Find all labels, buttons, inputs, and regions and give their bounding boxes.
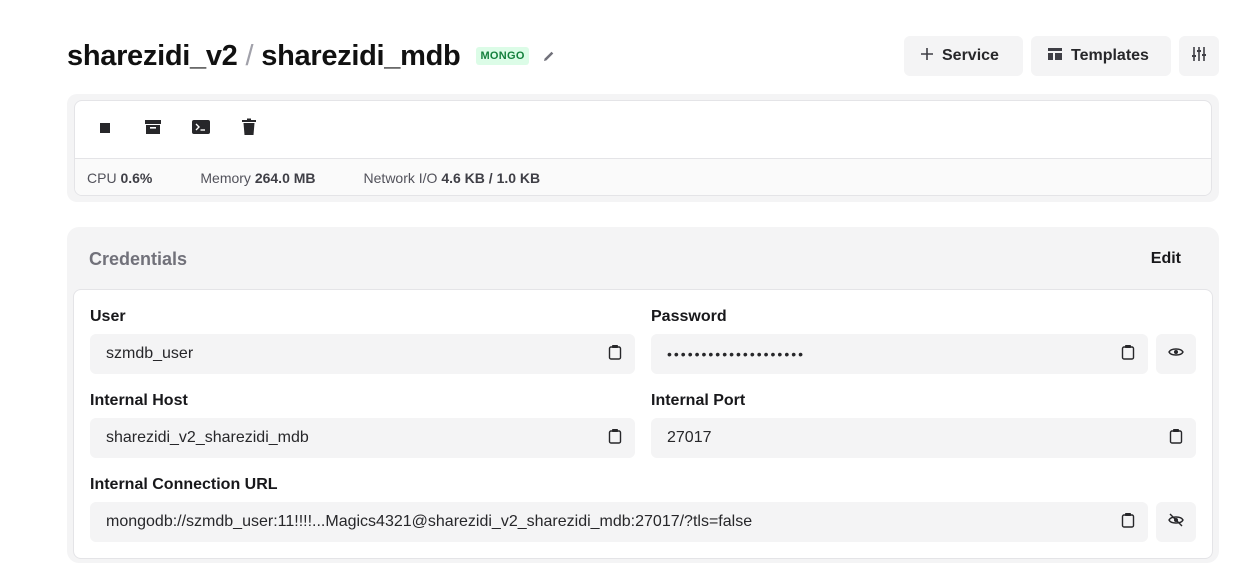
connection-url-field[interactable]: mongodb://szmdb_user:11!!!!...Magics4321…: [90, 502, 1148, 542]
add-service-label: Service: [942, 47, 999, 64]
network-value: 4.6 KB / 1.0 KB: [441, 169, 541, 186]
settings-button[interactable]: [1179, 36, 1219, 76]
credentials-title: Credentials: [89, 249, 188, 269]
cpu-label: CPU: [87, 169, 117, 186]
title-separator: /: [245, 39, 254, 72]
terminal-button[interactable]: [191, 120, 211, 140]
clipboard-icon: [608, 428, 622, 449]
layout-icon: [1047, 46, 1063, 67]
edit-credentials-button[interactable]: Edit: [1151, 250, 1181, 268]
clipboard-icon: [608, 344, 622, 365]
plus-icon: [920, 47, 934, 66]
memory-value: 264.0 MB: [254, 169, 316, 186]
archive-icon: [144, 118, 162, 141]
stop-icon: [99, 121, 111, 139]
password-field[interactable]: ••••••••••••••••••••: [651, 334, 1148, 374]
cpu-value: 0.6%: [120, 169, 153, 186]
container-toolbar: [75, 101, 1211, 158]
terminal-icon: [192, 119, 210, 140]
clipboard-icon: [1121, 512, 1135, 533]
password-label: Password: [651, 308, 727, 325]
internal-port-field[interactable]: 27017: [651, 418, 1196, 458]
header-actions: Service Templates: [904, 36, 1219, 76]
eye-off-icon: [1168, 513, 1184, 532]
internal-port-value: 27017: [667, 429, 712, 446]
hide-url-button[interactable]: [1156, 502, 1196, 542]
memory-label: Memory: [200, 169, 251, 186]
user-field[interactable]: szmdb_user: [90, 334, 635, 374]
delete-button[interactable]: [239, 118, 259, 141]
internal-host-value: sharezidi_v2_sharezidi_mdb: [106, 429, 309, 446]
credentials-panel: Credentials Edit User szmdb_user Passwor…: [67, 227, 1219, 563]
copy-password-button[interactable]: [1108, 334, 1148, 374]
internal-host-label: Internal Host: [90, 392, 188, 409]
internal-port-label: Internal Port: [651, 392, 746, 409]
network-label: Network I/O: [363, 169, 438, 186]
project-name[interactable]: sharezidi_v2: [67, 40, 238, 73]
trash-icon: [241, 118, 257, 141]
connection-url-value: mongodb://szmdb_user:11!!!!...Magics4321…: [106, 513, 753, 530]
container-status-panel: CPU 0.6% Memory 264.0 MB Network I/O 4.6…: [67, 94, 1219, 202]
service-name: sharezidi_mdb: [261, 39, 461, 72]
copy-host-button[interactable]: [595, 418, 635, 458]
password-value: ••••••••••••••••••••: [667, 346, 806, 362]
archive-button[interactable]: [143, 120, 163, 140]
add-service-button[interactable]: Service: [904, 36, 1023, 76]
pencil-icon[interactable]: [541, 48, 557, 64]
page-header: sharezidi_v2 / sharezidi_mdb MONGO Servi…: [67, 36, 1219, 76]
page-title: sharezidi_v2 / sharezidi_mdb MONGO: [67, 36, 557, 76]
internal-host-field[interactable]: sharezidi_v2_sharezidi_mdb: [90, 418, 635, 458]
user-value: szmdb_user: [106, 345, 194, 362]
copy-user-button[interactable]: [595, 334, 635, 374]
memory-metric: Memory 264.0 MB: [200, 170, 315, 186]
cpu-metric: CPU 0.6%: [87, 170, 152, 186]
clipboard-icon: [1121, 344, 1135, 365]
show-password-button[interactable]: [1156, 334, 1196, 374]
service-type-badge: MONGO: [476, 47, 529, 65]
container-status-card: CPU 0.6% Memory 264.0 MB Network I/O 4.6…: [74, 100, 1212, 196]
sliders-icon: [1190, 45, 1208, 68]
credentials-card: User szmdb_user Password •••••••••••••••…: [73, 289, 1213, 559]
templates-button[interactable]: Templates: [1031, 36, 1171, 76]
stop-button[interactable]: [95, 120, 115, 140]
resource-metrics: CPU 0.6% Memory 264.0 MB Network I/O 4.6…: [75, 158, 1211, 195]
user-label: User: [90, 308, 126, 325]
network-metric: Network I/O 4.6 KB / 1.0 KB: [364, 170, 541, 186]
clipboard-icon: [1169, 428, 1183, 449]
connection-url-label: Internal Connection URL: [90, 476, 278, 493]
copy-url-button[interactable]: [1108, 502, 1148, 542]
templates-label: Templates: [1071, 47, 1149, 64]
eye-icon: [1168, 345, 1184, 363]
copy-port-button[interactable]: [1156, 418, 1196, 458]
